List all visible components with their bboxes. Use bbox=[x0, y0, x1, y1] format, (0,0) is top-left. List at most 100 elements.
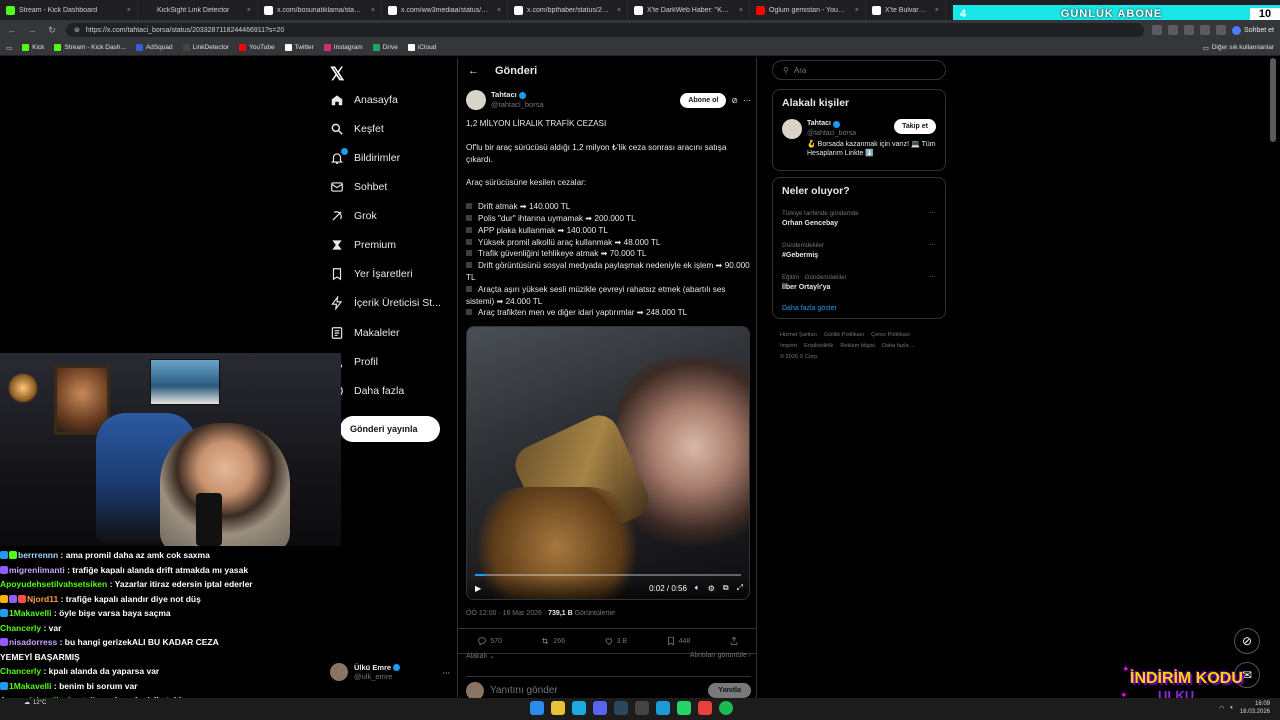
settings-icon[interactable]: ⚙︎ bbox=[708, 584, 715, 593]
account-switcher[interactable]: Ülkü Emre @ulk_emre ⋯ bbox=[330, 660, 450, 684]
wifi-icon[interactable]: ◠ bbox=[1219, 705, 1224, 712]
share-action[interactable] bbox=[729, 636, 739, 646]
star-icon[interactable] bbox=[1184, 25, 1195, 35]
close-icon[interactable]: × bbox=[931, 7, 939, 14]
whatsapp-icon[interactable] bbox=[677, 701, 691, 715]
close-icon[interactable]: × bbox=[735, 7, 743, 14]
footer-link[interactable]: Reklam bilgisi bbox=[840, 343, 875, 349]
bookmark-item[interactable]: iCloud bbox=[407, 44, 436, 51]
chat-username[interactable]: 1Makavelli bbox=[9, 608, 52, 618]
nav-item-1[interactable]: Keşfet bbox=[330, 118, 384, 140]
volume-icon[interactable]: 🔈︎ bbox=[695, 583, 700, 593]
extension-icon[interactable] bbox=[1152, 25, 1163, 35]
more-icon[interactable]: ⋯ bbox=[443, 668, 451, 677]
page-scrollbar[interactable] bbox=[1270, 58, 1276, 142]
browser-tab[interactable]: x.com/bpthaber/status/20330127... × bbox=[508, 0, 628, 20]
steam-icon[interactable] bbox=[614, 701, 628, 715]
start-icon[interactable] bbox=[530, 701, 544, 715]
reply-button[interactable]: Yanıtla bbox=[708, 683, 751, 698]
post-video[interactable]: ▶ 0:02 / 0:56 🔈︎ ⚙︎ ⧉ ⤢ bbox=[466, 326, 750, 600]
forward-arrow-icon[interactable]: → bbox=[26, 25, 38, 35]
chat-username[interactable]: Apoyudehsetilvahsetsiken bbox=[0, 579, 107, 589]
app-icon[interactable] bbox=[635, 701, 649, 715]
nav-item-5[interactable]: Premium bbox=[330, 234, 396, 256]
author-avatar[interactable] bbox=[466, 90, 486, 110]
footer-link[interactable]: Gizlilik Politikası bbox=[824, 332, 864, 338]
clock[interactable]: 16:09 16.03.2026 bbox=[1240, 700, 1270, 716]
trend-item[interactable]: Türkiye tarihinde gündemde Orhan Gencebay… bbox=[782, 209, 936, 229]
weather-widget[interactable]: ☁︎ 12°C bbox=[24, 699, 46, 707]
bookmark-item[interactable]: YouTube bbox=[239, 44, 275, 51]
discord-icon[interactable] bbox=[593, 701, 607, 715]
nav-item-6[interactable]: Yer İşaretleri bbox=[330, 263, 413, 285]
back-arrow-icon[interactable]: ← bbox=[468, 65, 479, 77]
chat-username[interactable]: Chancerly bbox=[0, 623, 41, 633]
show-more-link[interactable]: Daha fazla göster bbox=[782, 305, 936, 312]
browser-tab[interactable]: X'te Bulvar Medya: "Bir site gü... × bbox=[866, 0, 946, 20]
bookmark-item[interactable]: Instagram bbox=[323, 44, 363, 51]
bookmark-item[interactable]: Drive bbox=[372, 44, 398, 51]
nav-item-2[interactable]: Bildirimler bbox=[330, 147, 400, 169]
author-name[interactable]: Tahtacı bbox=[491, 90, 517, 100]
more-icon[interactable]: ⋯ bbox=[929, 273, 936, 283]
author-handle[interactable]: @tahtaci_borsa bbox=[491, 100, 544, 110]
bookmark-item[interactable]: Stream - Kick Dash... bbox=[54, 44, 126, 51]
chat-username[interactable]: Chancerly bbox=[0, 666, 41, 676]
chrome-icon[interactable] bbox=[698, 701, 712, 715]
chat-username[interactable]: 1Makavelli bbox=[9, 681, 52, 691]
nav-item-10[interactable]: Daha fazla bbox=[330, 380, 404, 402]
nav-item-7[interactable]: İçerik Üreticisi St... bbox=[330, 292, 441, 314]
file-explorer-icon[interactable] bbox=[551, 701, 565, 715]
bookmark-item[interactable]: Twitter bbox=[284, 44, 314, 51]
x-logo-icon[interactable]: 𝕏 bbox=[330, 64, 345, 85]
footer-link[interactable]: Imprint bbox=[780, 343, 797, 349]
browser-tab[interactable]: X'te DarkWeb Haber: "Katy Perry, ... × bbox=[628, 0, 750, 20]
bookmark-item[interactable]: LinkDetector bbox=[182, 44, 229, 51]
fullscreen-icon[interactable]: ⤢ bbox=[737, 583, 743, 593]
other-bookmarks-folder[interactable]: ▭ Diğer sık kullanılanlar bbox=[1203, 44, 1274, 52]
volume-icon[interactable]: 🔈︎ bbox=[1230, 705, 1234, 712]
footer-link[interactable]: Daha fazla ... bbox=[882, 343, 915, 349]
follow-button[interactable]: Takip et bbox=[894, 119, 936, 134]
chat-username[interactable]: nisadorress bbox=[9, 637, 57, 647]
reload-icon[interactable]: ↻ bbox=[46, 25, 58, 36]
footer-link[interactable]: Erişilebilirlik bbox=[804, 343, 833, 349]
browser-tab[interactable]: KickSight Link Detector × bbox=[138, 0, 258, 20]
post-button[interactable]: Gönderi yayınla bbox=[340, 416, 440, 442]
download-icon[interactable] bbox=[1200, 25, 1211, 35]
nav-item-3[interactable]: Sohbet bbox=[330, 176, 387, 198]
browser-tab[interactable]: Stream - Kick Dashboard × bbox=[0, 0, 138, 20]
browser-tab[interactable]: x.com/bosunatiklama/status/20335... × bbox=[258, 0, 382, 20]
close-icon[interactable]: × bbox=[123, 7, 131, 14]
bookmark-action[interactable]: 448 bbox=[666, 636, 690, 646]
browser-tab[interactable]: Oglum gemistan - YouTube × bbox=[750, 0, 866, 20]
grok-icon[interactable]: ⊘ bbox=[1234, 628, 1260, 654]
url-field[interactable]: ⊜ https://x.com/tahtaci_borsa/status/203… bbox=[66, 23, 1145, 37]
like-action[interactable]: 3 B bbox=[604, 636, 627, 646]
more-icon[interactable]: ⋯ bbox=[743, 96, 751, 105]
bookmarks-menu-icon[interactable]: ▭ bbox=[6, 44, 12, 52]
close-icon[interactable]: × bbox=[243, 7, 251, 14]
related-user[interactable]: Tahtacı @tahtaci_borsa Takip et bbox=[782, 119, 936, 139]
close-icon[interactable]: × bbox=[367, 7, 375, 14]
translate-icon[interactable] bbox=[1168, 25, 1179, 35]
more-icon[interactable]: ⋯ bbox=[929, 209, 936, 219]
close-icon[interactable]: × bbox=[613, 7, 621, 14]
trend-item[interactable]: Eğitim · Gündemdekiler İlber Ortaylı'ya ⋯ bbox=[782, 273, 936, 293]
footer-link[interactable]: © 2026 X Corp. bbox=[780, 354, 819, 360]
chat-username[interactable]: Njord11 bbox=[27, 594, 58, 604]
footer-link[interactable]: Çerez Politikası bbox=[871, 332, 910, 338]
footer-link[interactable]: Hizmet Şartları bbox=[780, 332, 817, 338]
chat-username[interactable]: migrenlimanti bbox=[9, 565, 65, 575]
app-icon[interactable] bbox=[656, 701, 670, 715]
close-icon[interactable]: × bbox=[493, 7, 501, 14]
grok-icon[interactable]: ⊘ bbox=[731, 96, 738, 105]
replies-sort-dropdown[interactable]: Alakalı ⌄ bbox=[466, 652, 495, 660]
search-input[interactable]: ⚲ Ara bbox=[772, 60, 946, 80]
play-icon[interactable]: ▶ bbox=[475, 584, 481, 593]
spotify-icon[interactable] bbox=[719, 701, 733, 715]
back-arrow-icon[interactable]: ← bbox=[6, 25, 18, 35]
pip-icon[interactable]: ⧉ bbox=[723, 583, 729, 593]
bookmark-item[interactable]: AdSquad bbox=[135, 44, 173, 51]
edge-icon[interactable] bbox=[572, 701, 586, 715]
